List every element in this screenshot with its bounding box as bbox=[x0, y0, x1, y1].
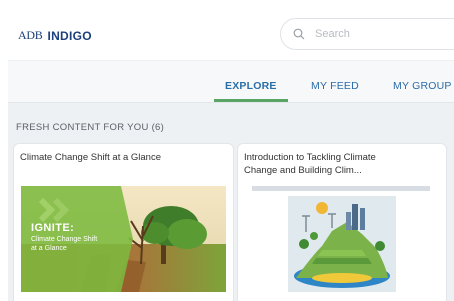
app-frame: ADB INDIGO Search EXPLORE MY FEED MY GRO… bbox=[8, 5, 454, 301]
content-card-climate-shift[interactable]: Climate Change Shift at a Glance IGNITE:… bbox=[14, 144, 233, 301]
card-title-line2: Change and Building Clim... bbox=[244, 164, 362, 176]
climate-illustration-image bbox=[252, 186, 430, 294]
app-name: INDIGO bbox=[47, 28, 92, 43]
content-card-tackling-climate[interactable]: Introduction to Tackling Climate Change … bbox=[238, 144, 446, 301]
card-title: Climate Change Shift at a Glance bbox=[20, 152, 161, 163]
card-title-line1: Introduction to Tackling Climate bbox=[244, 152, 376, 163]
card-thumbnail bbox=[252, 186, 430, 294]
nav-tabs: EXPLORE MY FEED MY GROUP bbox=[8, 61, 454, 103]
ignite-subtitle: Climate Change Shift at a Glance bbox=[31, 236, 98, 252]
card-thumbnail: IGNITE: Climate Change Shift at a Glance bbox=[21, 186, 226, 292]
card-title: Introduction to Tackling Climate Change … bbox=[244, 152, 376, 177]
search-icon bbox=[293, 28, 305, 40]
tab-my-group[interactable]: MY GROUP bbox=[393, 80, 452, 92]
section-title: FRESH CONTENT FOR YOU (6) bbox=[16, 122, 165, 133]
search-input[interactable]: Search bbox=[280, 18, 454, 50]
app-logo[interactable]: ADB INDIGO bbox=[18, 28, 92, 43]
search-placeholder: Search bbox=[315, 28, 350, 40]
top-bar: ADB INDIGO Search bbox=[8, 5, 454, 60]
tab-explore[interactable]: EXPLORE bbox=[225, 80, 277, 92]
ignite-badge: IGNITE: bbox=[31, 222, 75, 234]
tab-my-feed[interactable]: MY FEED bbox=[311, 80, 359, 92]
active-tab-indicator bbox=[214, 99, 288, 102]
adb-logo-mark: ADB bbox=[18, 28, 43, 42]
